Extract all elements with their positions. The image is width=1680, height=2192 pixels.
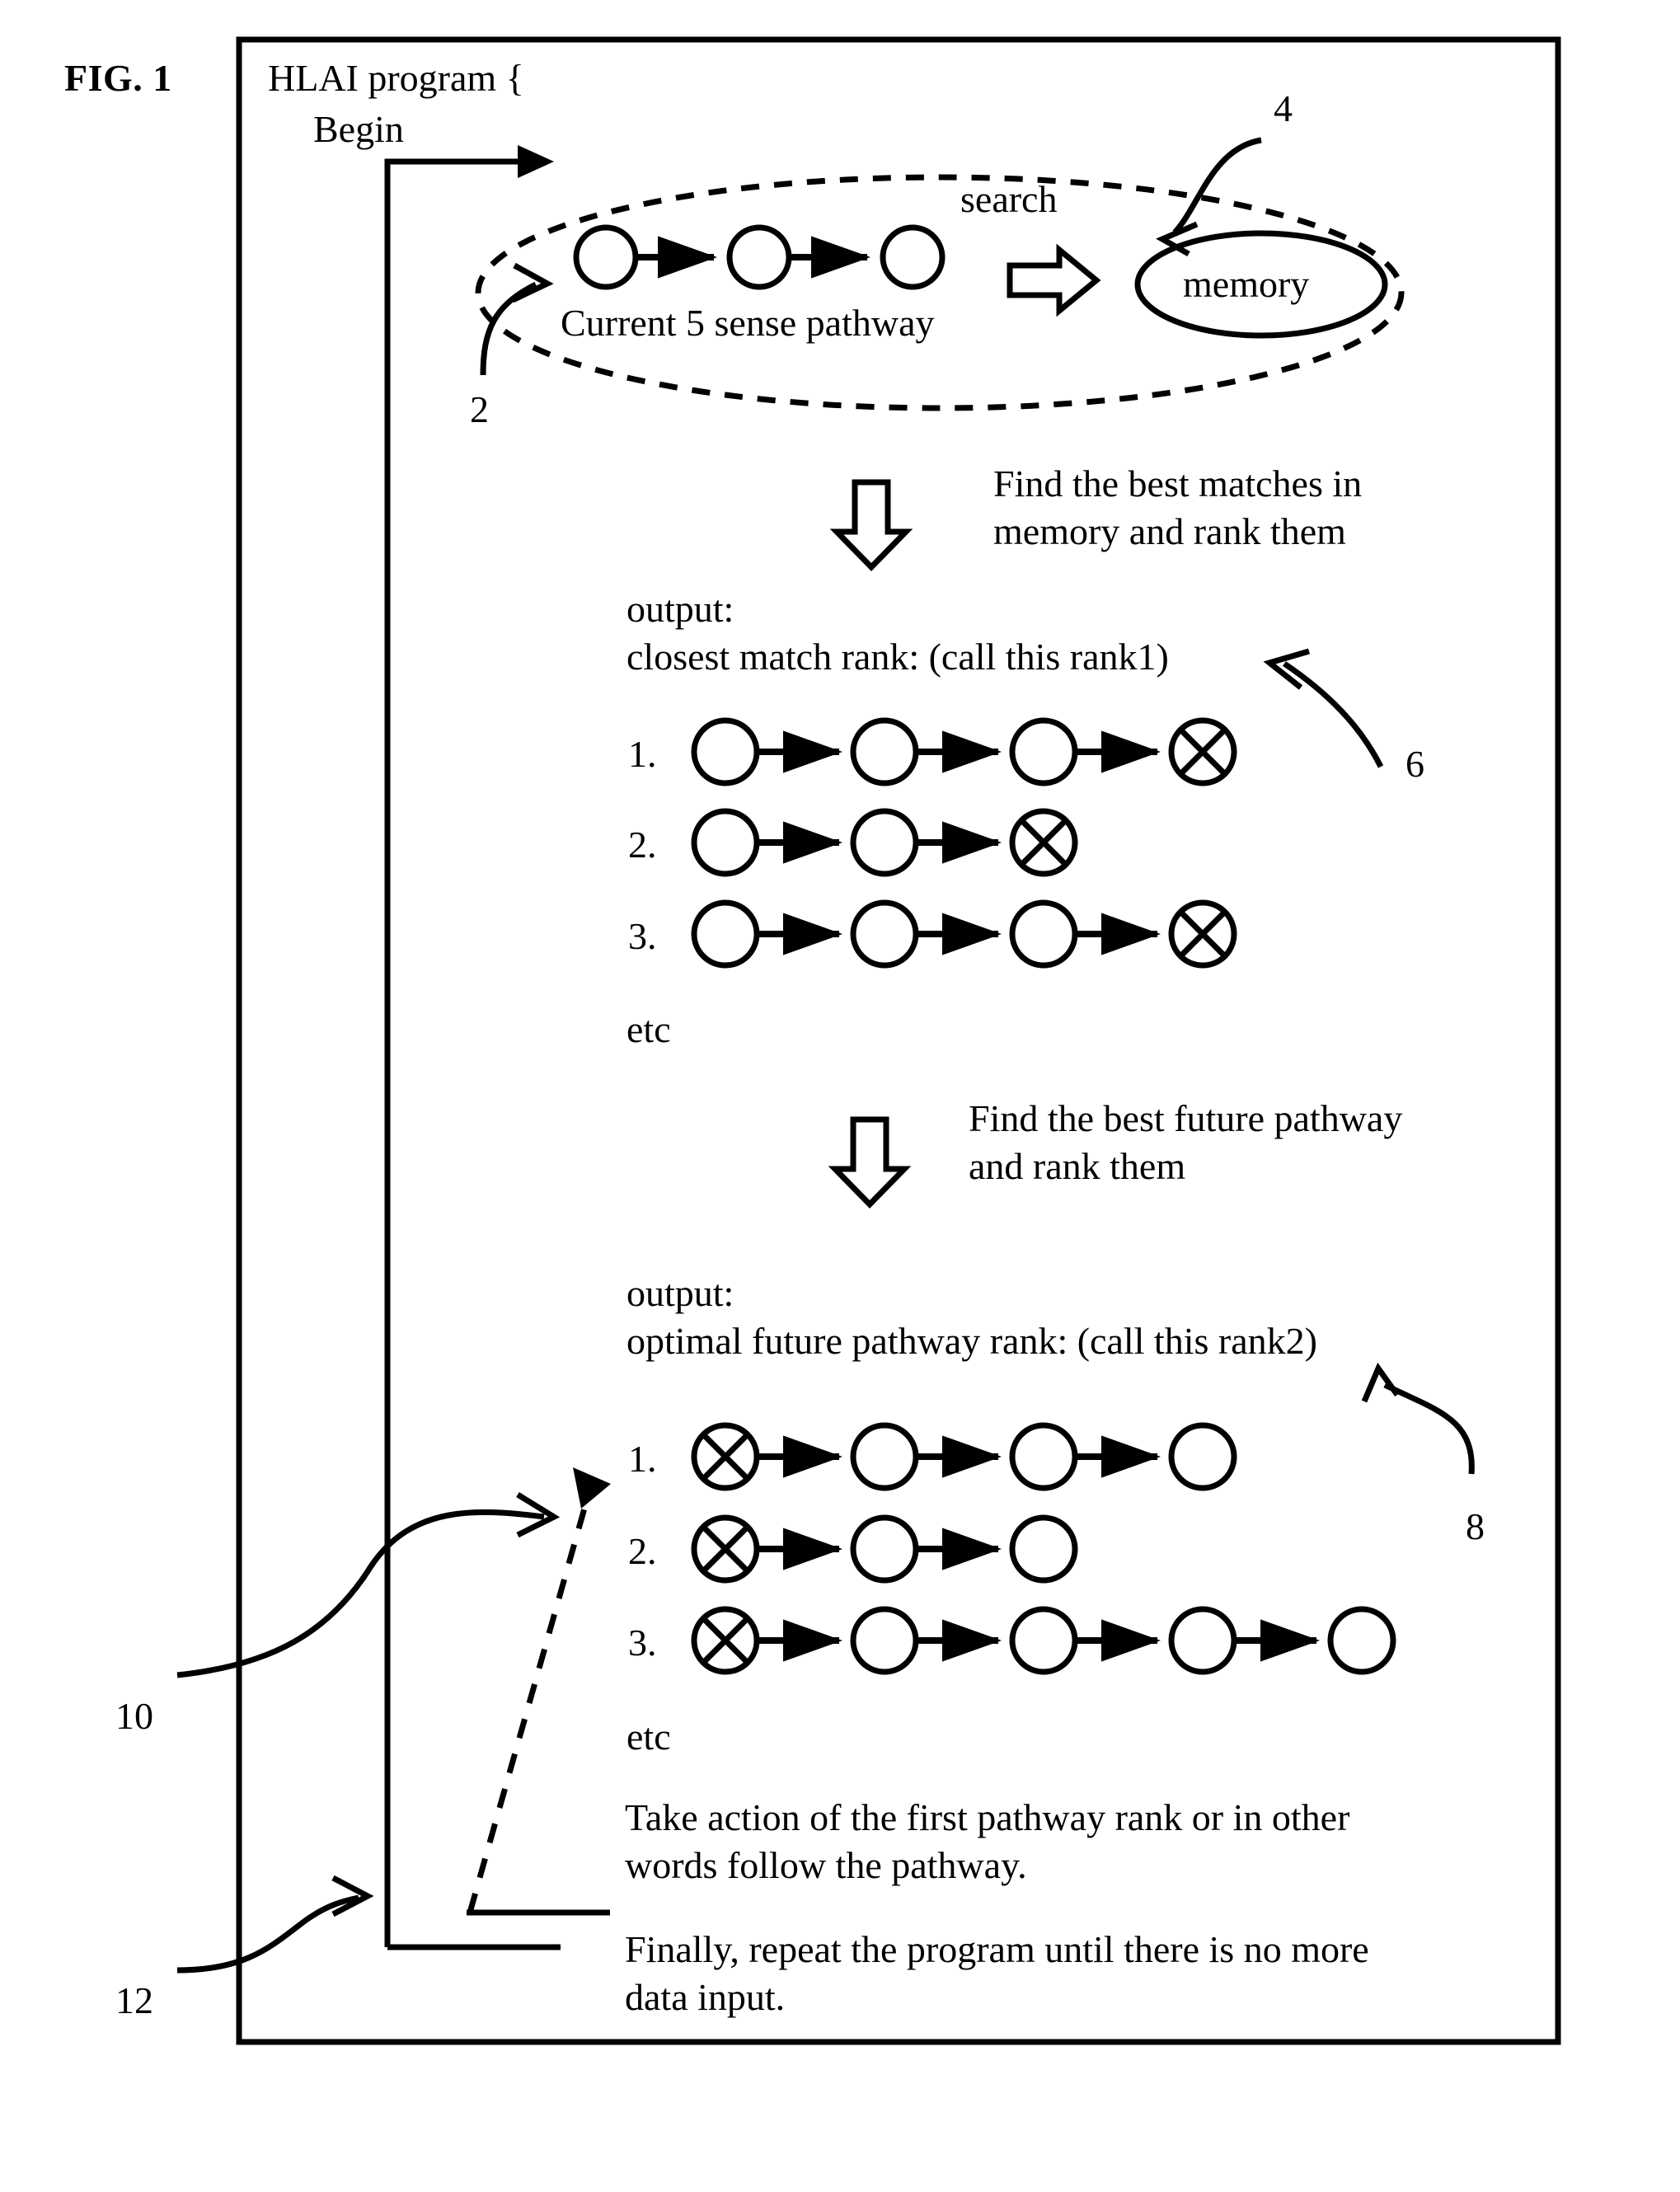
rank2-row2-graphic bbox=[691, 1514, 1078, 1584]
node-circle bbox=[850, 808, 919, 877]
node-circle bbox=[850, 1422, 919, 1491]
rank1-row3-index: 3. bbox=[628, 915, 657, 957]
node-circle bbox=[850, 1606, 919, 1675]
node-circle bbox=[1168, 1422, 1237, 1491]
rank1-row1-index: 1. bbox=[628, 733, 657, 775]
rank2-etc: etc bbox=[626, 1716, 671, 1758]
node-circle bbox=[1327, 1606, 1396, 1675]
node-crossed-x bbox=[701, 1432, 750, 1481]
rank1-row2-graphic bbox=[691, 808, 1078, 877]
callout-10-number: 10 bbox=[115, 1695, 153, 1737]
step2-down-arrow-icon bbox=[828, 1116, 912, 1209]
callout-2-number: 2 bbox=[470, 388, 489, 430]
rank1-output-label: output: bbox=[626, 588, 734, 630]
figure-label: FIG. 1 bbox=[64, 57, 172, 99]
search-label: search bbox=[960, 178, 1058, 220]
node-crossed-x bbox=[701, 1524, 750, 1574]
node-circle bbox=[1009, 1514, 1078, 1584]
repeat-line2: data input. bbox=[625, 1976, 786, 2018]
callout-6-leader bbox=[1283, 661, 1384, 768]
repeat-line1: Finally, repeat the program until there … bbox=[625, 1928, 1369, 1970]
node-circle bbox=[1168, 1606, 1237, 1675]
node-crossed-x bbox=[701, 1616, 750, 1665]
take-action-line2: words follow the pathway. bbox=[625, 1844, 1027, 1886]
node-circle bbox=[691, 717, 760, 786]
step1-text-line2: memory and rank them bbox=[993, 510, 1346, 552]
pathway-node-1 bbox=[573, 224, 639, 290]
pathway-node-2 bbox=[726, 224, 792, 290]
search-block-arrow-icon bbox=[1007, 243, 1101, 317]
take-action-dashed-leader bbox=[467, 1481, 595, 1913]
take-action-arrowhead bbox=[573, 1467, 611, 1509]
node-circle bbox=[1009, 1422, 1078, 1491]
callout-6-number: 6 bbox=[1405, 743, 1424, 785]
rank1-heading: closest match rank: (call this rank1) bbox=[626, 636, 1169, 678]
callout-8-number: 8 bbox=[1466, 1505, 1485, 1547]
node-crossed-x bbox=[1178, 909, 1227, 959]
rank2-row3-index: 3. bbox=[628, 1622, 657, 1664]
pathway-node-3 bbox=[880, 224, 946, 290]
callout-8-arrowhead bbox=[1361, 1362, 1400, 1403]
node-circle bbox=[850, 899, 919, 969]
node-circle bbox=[1009, 1606, 1078, 1675]
node-crossed-x bbox=[1019, 818, 1068, 867]
program-header-line2: Begin bbox=[313, 108, 404, 150]
callout-12-leader bbox=[176, 1894, 359, 1974]
rank2-row2-index: 2. bbox=[628, 1530, 657, 1572]
step2-text-line1: Find the best future pathway bbox=[969, 1097, 1403, 1139]
current-pathway-nodes bbox=[573, 224, 946, 290]
memory-label: memory bbox=[1183, 263, 1310, 305]
current-pathway-caption: Current 5 sense pathway bbox=[561, 302, 935, 344]
node-circle bbox=[691, 808, 760, 877]
program-loop-arrowhead bbox=[518, 145, 554, 178]
node-circle bbox=[1009, 717, 1078, 786]
node-circle bbox=[850, 1514, 919, 1584]
take-action-line1: Take action of the first pathway rank or… bbox=[625, 1796, 1350, 1838]
callout-2-leader bbox=[480, 281, 537, 376]
step1-text-line1: Find the best matches in bbox=[993, 462, 1363, 505]
rank1-etc: etc bbox=[626, 1008, 671, 1050]
rank2-output-label: output: bbox=[626, 1272, 734, 1314]
program-header-line1: HLAI program { bbox=[268, 57, 524, 99]
rank1-row2-index: 2. bbox=[628, 824, 657, 866]
node-crossed-x bbox=[1178, 727, 1227, 777]
callout-12-arrowhead bbox=[331, 1875, 374, 1917]
callout-8-leader bbox=[1383, 1382, 1475, 1475]
node-circle bbox=[850, 717, 919, 786]
callout-12-number: 12 bbox=[115, 1979, 153, 2021]
rank2-heading: optimal future pathway rank: (call this … bbox=[626, 1320, 1317, 1362]
callout-2-arrowhead bbox=[511, 262, 554, 303]
step1-down-arrow-icon bbox=[829, 479, 913, 572]
step2-text-line2: and rank them bbox=[969, 1145, 1186, 1187]
program-loop-connector bbox=[384, 158, 528, 1947]
callout-4-number: 4 bbox=[1274, 87, 1293, 129]
rank2-row1-index: 1. bbox=[628, 1438, 657, 1480]
figure-canvas: FIG. 1 HLAI program { Begin search Curre… bbox=[0, 0, 1680, 2192]
node-circle bbox=[691, 899, 760, 969]
node-circle bbox=[1009, 899, 1078, 969]
callout-10-leader bbox=[176, 1509, 545, 1678]
callout-4-leader bbox=[1172, 137, 1262, 235]
